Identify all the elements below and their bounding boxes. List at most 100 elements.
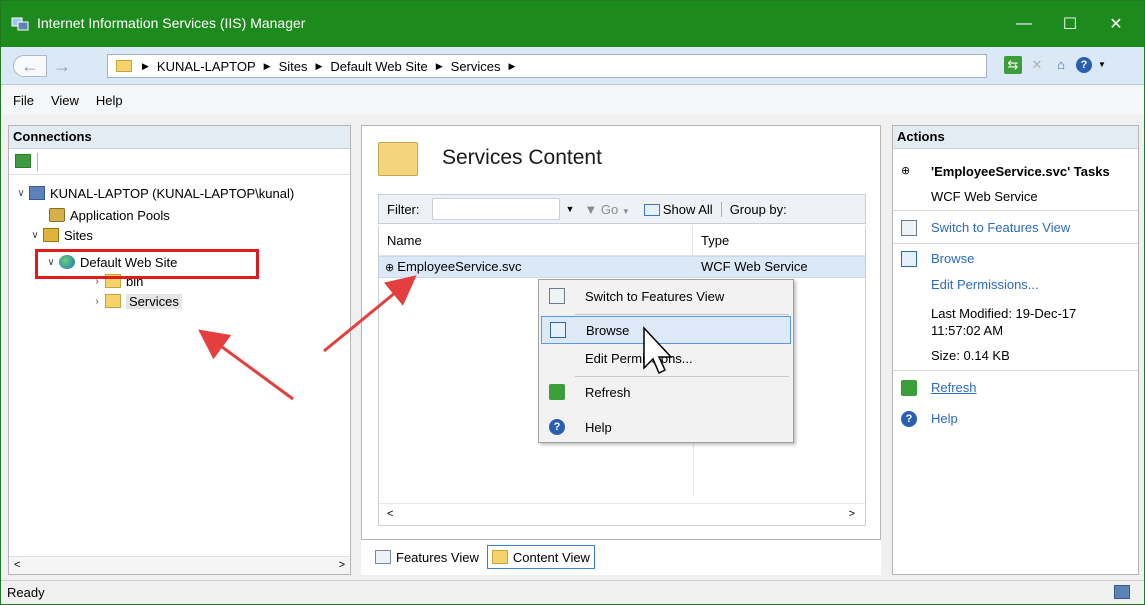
tree-node-application-pools[interactable]: Application Pools — [49, 205, 170, 225]
tree-label-server: KUNAL-LAPTOP (KUNAL-LAPTOP\kunal) — [50, 185, 295, 201]
chevron-down-icon[interactable]: ∨ — [15, 188, 27, 199]
menu-item-label: Help — [585, 419, 612, 435]
server-icon — [1114, 585, 1130, 599]
connections-toolbar — [9, 149, 350, 175]
highlight-box — [35, 249, 259, 279]
last-modified-text: Last Modified: 19-Dec-17 — [931, 306, 1077, 321]
menu-item-edit-permissions[interactable]: Edit Permissions... — [541, 344, 791, 372]
chevron-right-icon[interactable]: ▶ — [509, 61, 516, 72]
actions-header: Actions — [893, 126, 1138, 149]
row-type-cell: WCF Web Service — [701, 259, 808, 274]
service-file-icon: ⊕ — [385, 262, 398, 274]
view-tabs: Features View Content View — [371, 545, 595, 569]
group-by-label[interactable]: Group by: — [720, 201, 787, 217]
actions-divider — [893, 210, 1138, 211]
breadcrumb-item-server[interactable]: KUNAL-LAPTOP — [157, 59, 256, 74]
connections-scrollbar[interactable]: < > — [9, 556, 350, 574]
new-connection-icon[interactable] — [15, 154, 31, 168]
chevron-down-icon[interactable]: ▼ — [622, 207, 630, 216]
tree-node-sites[interactable]: ∨ Sites — [29, 225, 93, 245]
menu-item-label: Switch to Features View — [585, 288, 725, 304]
action-label: Browse — [931, 251, 975, 266]
breadcrumb-item-services[interactable]: Services — [451, 59, 501, 74]
chevron-right-icon[interactable]: ▶ — [436, 61, 443, 72]
content-view-icon — [491, 550, 508, 564]
toolbar-divider — [37, 153, 38, 171]
menu-divider — [575, 314, 789, 315]
table-row[interactable]: ⊕ EmployeeService.svc WCF Web Service — [379, 256, 865, 278]
grid-scrollbar[interactable]: < > — [379, 503, 865, 525]
tree-node-services[interactable]: › Services — [91, 291, 182, 311]
action-label: Edit Permissions... — [931, 277, 1039, 292]
chevron-down-icon[interactable]: ▼ — [566, 204, 575, 214]
action-label: Switch to Features View — [931, 220, 1071, 235]
title-bar: Internet Information Services (IIS) Mana… — [1, 1, 1144, 47]
home-icon[interactable]: ⌂ — [1052, 56, 1070, 74]
stop-icon[interactable]: ✕ — [1028, 56, 1046, 74]
chevron-right-icon[interactable]: ▶ — [316, 61, 323, 72]
funnel-icon: ▼ — [584, 201, 598, 217]
status-bar: Ready — [1, 580, 1144, 604]
service-file-icon: ⊕ — [901, 165, 911, 177]
tree-node-server[interactable]: ∨ KUNAL-LAPTOP (KUNAL-LAPTOP\kunal) — [15, 183, 294, 203]
chevron-down-icon[interactable]: ▼ — [1098, 56, 1106, 74]
chevron-right-icon[interactable]: ▶ — [264, 61, 271, 72]
menu-file[interactable]: File — [13, 93, 34, 108]
browse-icon — [550, 322, 566, 338]
menu-item-label: Edit Permissions... — [585, 350, 693, 366]
breadcrumb-item-sites[interactable]: Sites — [279, 59, 308, 74]
breadcrumb[interactable]: ▶ KUNAL-LAPTOP ▶ Sites ▶ Default Web Sit… — [107, 54, 987, 78]
menu-bar: File View Help — [1, 85, 1144, 115]
help-icon[interactable]: ? — [1076, 57, 1092, 73]
maximize-button[interactable]: ☐ — [1047, 1, 1093, 47]
action-label: Refresh — [931, 380, 977, 395]
status-text: Ready — [7, 585, 45, 600]
minimize-button[interactable]: — — [1001, 1, 1047, 47]
scroll-right-icon[interactable]: > — [339, 559, 345, 571]
features-view-icon — [549, 288, 565, 304]
menu-item-browse[interactable]: Browse — [541, 316, 791, 344]
filter-input[interactable] — [431, 198, 560, 220]
folder-icon — [105, 294, 121, 308]
actions-divider — [893, 370, 1138, 371]
close-button[interactable]: ✕ — [1093, 1, 1139, 47]
server-icon — [29, 186, 45, 200]
forward-button[interactable]: → — [47, 55, 77, 77]
page-title: Services Content — [442, 146, 602, 169]
connections-panel: Connections ∨ KUNAL-LAPTOP (KUNAL-LAPTOP… — [8, 125, 351, 575]
breadcrumb-item-default-web-site[interactable]: Default Web Site — [330, 59, 427, 74]
refresh-icon[interactable]: ⇆ — [1004, 56, 1022, 74]
tree-label-services: Services — [126, 293, 182, 309]
tab-features-view[interactable]: Features View — [371, 545, 483, 569]
last-modified-time-text: 11:57:02 AM — [931, 323, 1004, 338]
scroll-right-icon[interactable]: > — [849, 508, 855, 520]
context-menu: Switch to Features View Browse Edit Perm… — [538, 279, 794, 443]
address-bar: ← → ▶ KUNAL-LAPTOP ▶ Sites ▶ Default Web… — [1, 47, 1144, 85]
chevron-right-icon[interactable]: › — [91, 296, 103, 307]
row-name: EmployeeService.svc — [397, 259, 522, 274]
tab-content-view[interactable]: Content View — [486, 545, 595, 569]
scroll-left-icon[interactable]: < — [387, 508, 393, 520]
chevron-down-icon[interactable]: ∨ — [29, 230, 41, 241]
chevron-right-icon[interactable]: ▶ — [142, 61, 149, 72]
task-subtitle-text: WCF Web Service — [931, 189, 1038, 204]
tab-label: Features View — [396, 549, 479, 565]
menu-item-switch-features[interactable]: Switch to Features View — [541, 282, 791, 310]
window-title: Internet Information Services (IIS) Mana… — [37, 15, 306, 31]
go-label: Go — [600, 201, 619, 217]
menu-item-refresh[interactable]: Refresh — [541, 378, 791, 406]
filter-bar: Filter: ▼ ▼ Go ▼ Show All Group by: — [378, 194, 866, 224]
column-header-name[interactable]: Name — [379, 226, 693, 255]
menu-item-help[interactable]: ? Help — [541, 413, 791, 441]
column-header-type[interactable]: Type — [693, 226, 729, 255]
show-all-button[interactable]: Show All — [643, 202, 713, 217]
scroll-left-icon[interactable]: < — [14, 559, 20, 571]
menu-view[interactable]: View — [51, 93, 79, 108]
go-button[interactable]: ▼ Go ▼ — [584, 202, 629, 217]
actions-divider — [893, 243, 1138, 244]
back-button[interactable]: ← — [13, 55, 47, 77]
tree-label-sites: Sites — [64, 227, 93, 243]
menu-help[interactable]: Help — [96, 93, 123, 108]
action-label: Help — [931, 411, 958, 426]
menu-item-label: Browse — [586, 322, 630, 338]
